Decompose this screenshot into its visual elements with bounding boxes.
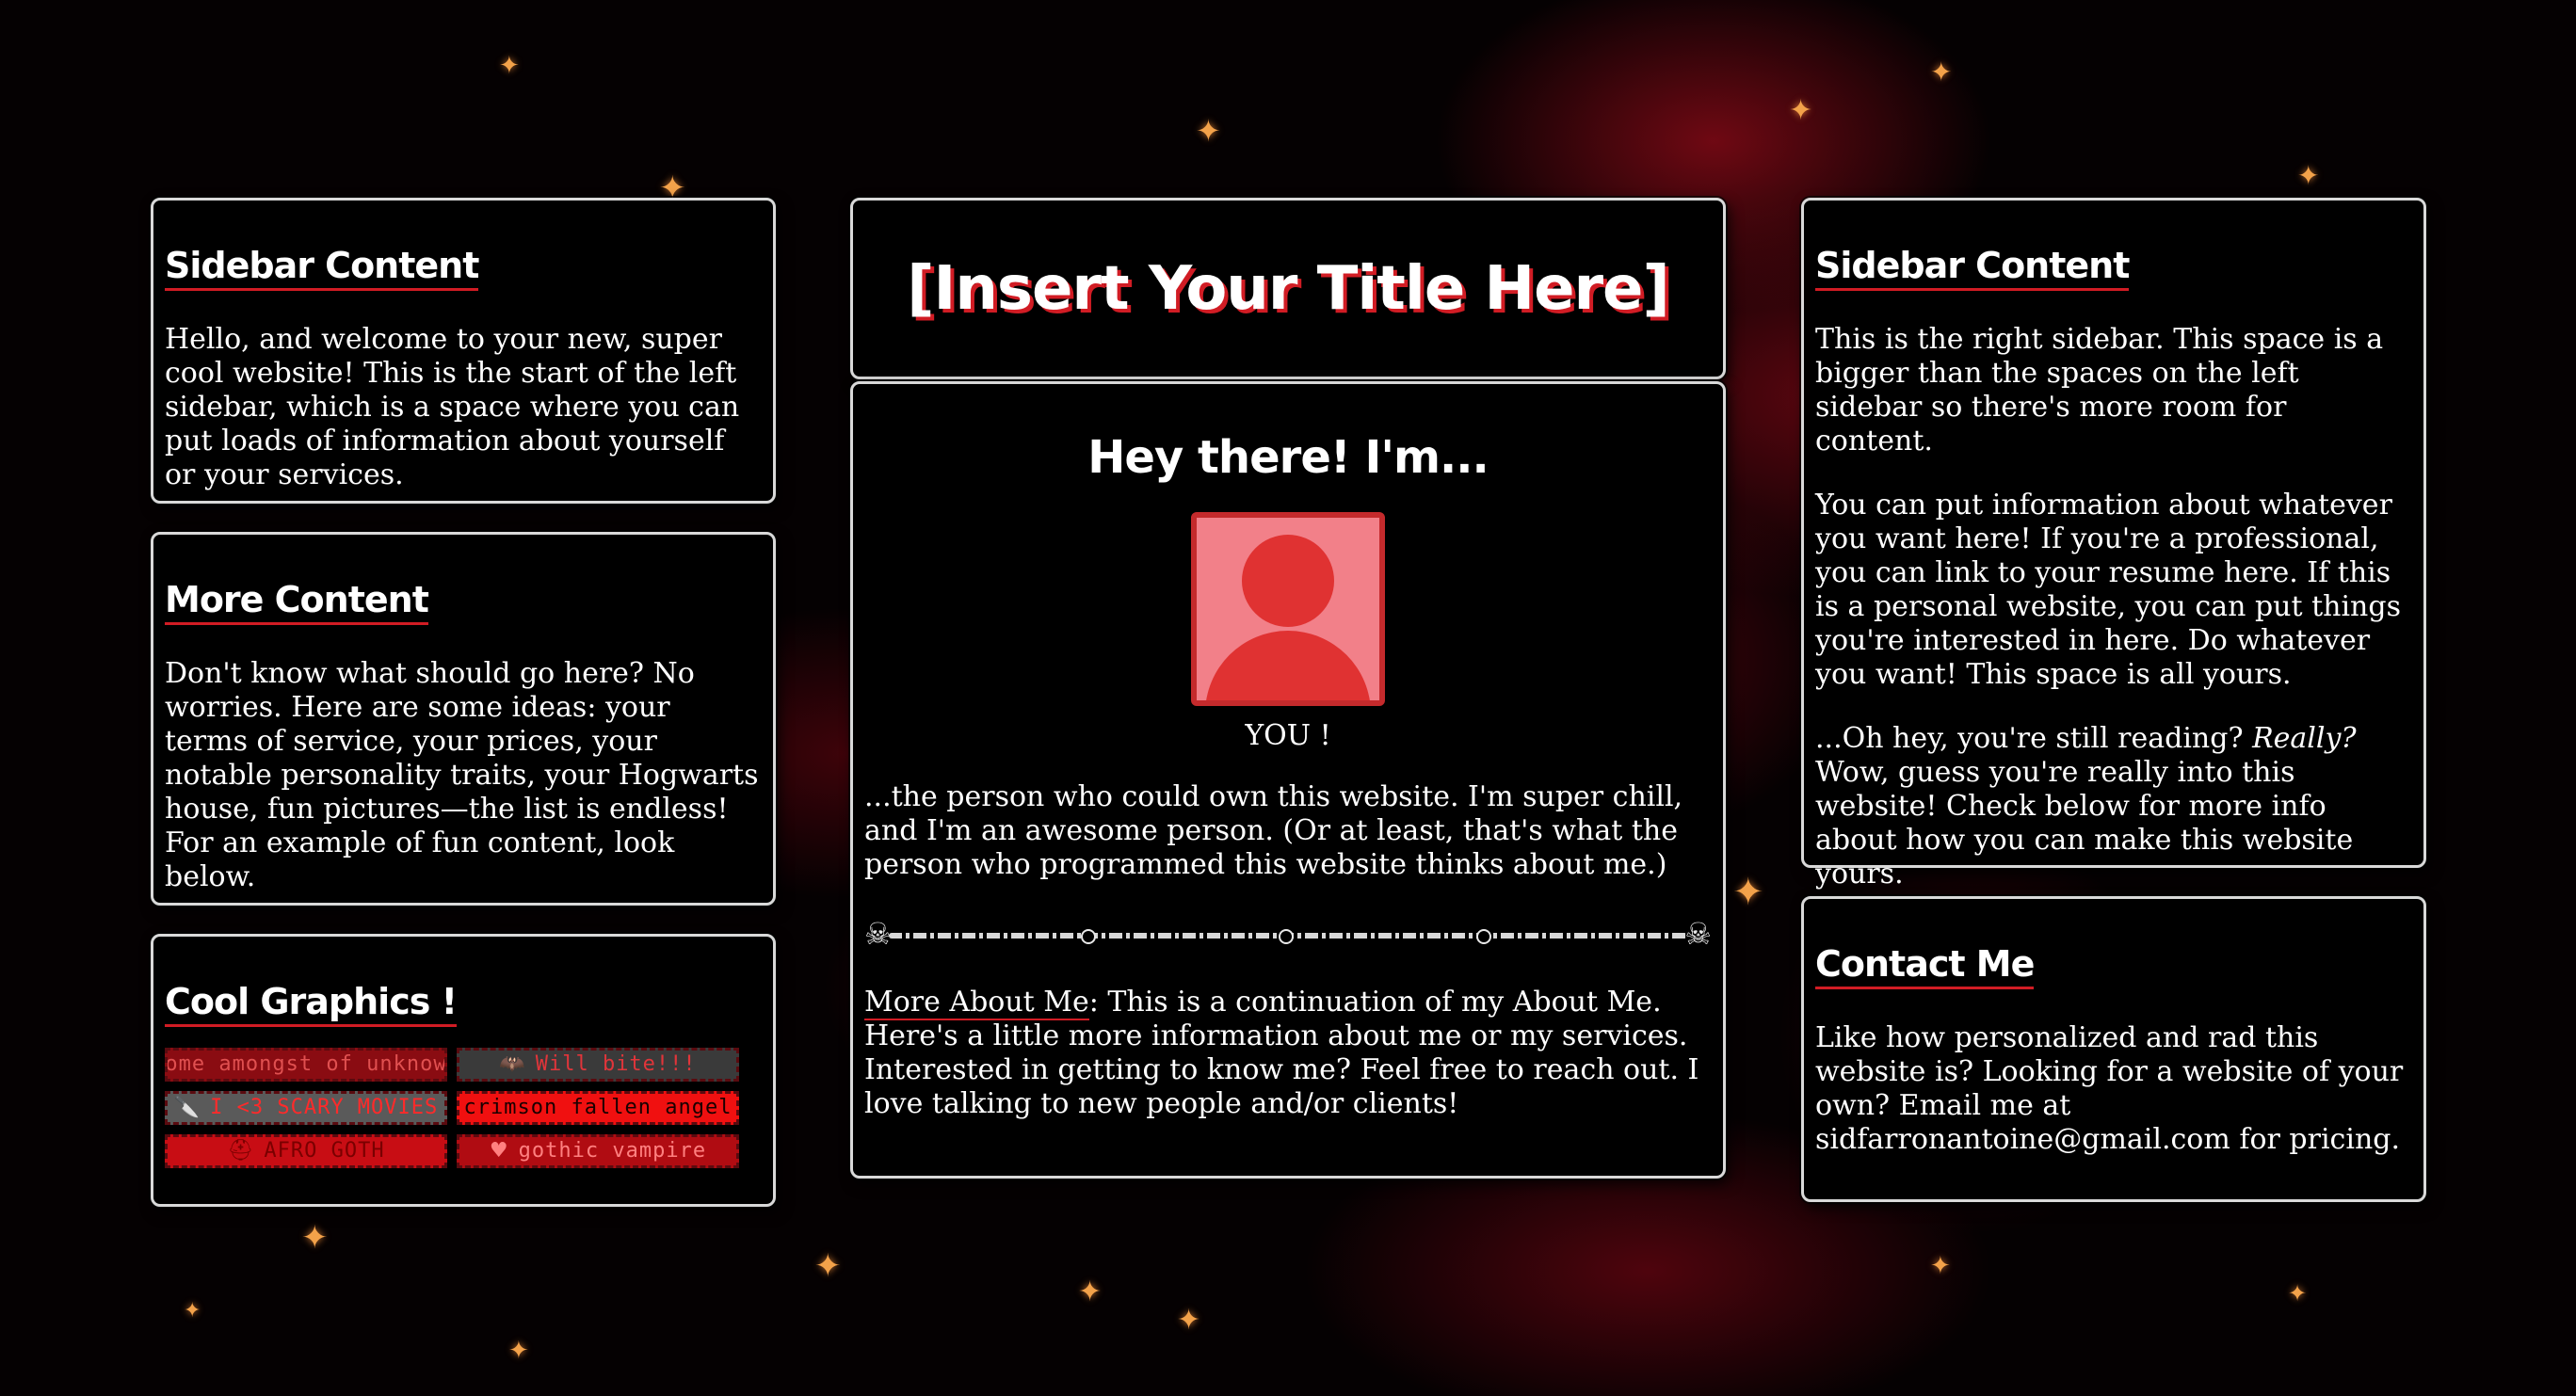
badge-icon: 🔪	[173, 1096, 201, 1120]
text-span: ...Oh hey, you're still reading?	[1815, 721, 2253, 755]
panel-title: Sidebar Content	[1815, 245, 2130, 291]
chain-divider: ☠ ☠	[864, 916, 1712, 952]
panel-title: Sidebar Content	[165, 245, 479, 291]
skull-icon: ☠	[864, 916, 892, 952]
more-about-label: More About Me	[864, 986, 1089, 1020]
panel-title: More Content	[165, 579, 429, 625]
badge-label: rome amongst of unknown	[165, 1052, 447, 1077]
page-title: [Insert Your Title Here]	[907, 253, 1669, 324]
sparkle-icon: ✦	[2297, 160, 2320, 191]
sparkle-icon: ✦	[1732, 871, 1764, 914]
emphasis-text: Really?	[2252, 721, 2357, 755]
avatar-head-shape	[1242, 535, 1334, 627]
panel-text: You can put information about whatever y…	[1815, 488, 2401, 691]
panel-text: Don't know what should go here? No worri…	[165, 656, 759, 893]
email-link[interactable]: sidfarronantoine@gmail.com	[1815, 1123, 2230, 1156]
sparkle-icon: ✦	[184, 1299, 201, 1323]
badge-icon: ⛑	[227, 1139, 255, 1163]
graphics-grid: rome amongst of unknown 🦇 Will bite!!! 🔪 I <…	[165, 1047, 762, 1168]
graphic-badge[interactable]: 🦇 Will bite!!!	[457, 1047, 739, 1082]
chain-link-icon	[1081, 929, 1096, 944]
intro-text: ...the person who could own this website…	[864, 780, 1683, 881]
about-panel: Hey there! I'm... YOU ! ...the person wh…	[850, 381, 1726, 1179]
sparkle-icon: ✦	[301, 1219, 329, 1257]
sparkle-icon: ✦	[1078, 1276, 1103, 1308]
sparkle-icon: ✦	[508, 1337, 529, 1365]
more-about-text: More About Me: This is a continuation of…	[864, 986, 1712, 1121]
sparkle-icon: ✦	[499, 52, 520, 80]
text-span: Like how personalized and rad this websi…	[1815, 1020, 2404, 1122]
panel-title: Contact Me	[1815, 943, 2035, 989]
left-sidebar-panel: Sidebar Content Hello, and welcome to yo…	[151, 198, 776, 504]
graphic-badge[interactable]: 🔪 I <3 SCARY MOVIES	[165, 1090, 447, 1125]
sparkle-icon: ✦	[1177, 1304, 1201, 1337]
graphic-badge[interactable]: rome amongst of unknown	[165, 1047, 447, 1082]
panel-title: Cool Graphics !	[165, 981, 458, 1027]
title-panel: [Insert Your Title Here]	[850, 198, 1726, 379]
badge-label: AFRO GOTH	[264, 1139, 385, 1163]
more-content-panel: More Content Don't know what should go h…	[151, 532, 776, 906]
sparkle-icon: ✦	[814, 1247, 842, 1285]
graphic-badge[interactable]: ⛑ AFRO GOTH	[165, 1133, 447, 1168]
avatar-caption: YOU !	[1245, 719, 1331, 752]
sparkle-icon: ✦	[1930, 56, 1953, 88]
sparkle-icon: ✦	[1196, 113, 1221, 149]
sparkle-icon: ✦	[1930, 1252, 1951, 1280]
avatar-body-shape	[1205, 631, 1371, 700]
chain-link-icon	[1476, 929, 1491, 944]
badge-icon: 🦇	[499, 1052, 526, 1077]
chain-link-icon	[1279, 929, 1294, 944]
text-span: Wow, guess you're really into this websi…	[1815, 755, 2354, 891]
cool-graphics-panel: Cool Graphics ! rome amongst of unknown 🦇…	[151, 934, 776, 1207]
contact-panel: Contact Me Like how personalized and rad…	[1801, 896, 2426, 1202]
panel-text: ...Oh hey, you're still reading? Really?…	[1815, 722, 2412, 891]
avatar	[1191, 512, 1385, 706]
contact-text: Like how personalized and rad this websi…	[1815, 1021, 2412, 1157]
badge-label: crimson fallen angel	[463, 1096, 733, 1120]
panel-text: Hello, and welcome to your new, super co…	[165, 322, 740, 491]
text-span: for pricing.	[2230, 1122, 2401, 1156]
badge-label: I <3 SCARY MOVIES	[210, 1096, 439, 1120]
skull-icon: ☠	[1684, 916, 1712, 952]
right-sidebar-panel: Sidebar Content This is the right sideba…	[1801, 198, 2426, 891]
badge-icon: ♥	[489, 1139, 509, 1163]
sparkle-icon: ✦	[2288, 1280, 2308, 1307]
badge-label: Will bite!!!	[535, 1052, 697, 1077]
graphic-badge[interactable]: ♥ gothic vampire	[457, 1133, 739, 1168]
sparkle-icon: ✦	[1789, 94, 1813, 127]
badge-label: gothic vampire	[518, 1139, 707, 1163]
panel-text: This is the right sidebar. This space is…	[1815, 322, 2384, 457]
graphic-badge[interactable]: crimson fallen angel	[457, 1090, 739, 1125]
about-heading: Hey there! I'm...	[1087, 431, 1489, 484]
